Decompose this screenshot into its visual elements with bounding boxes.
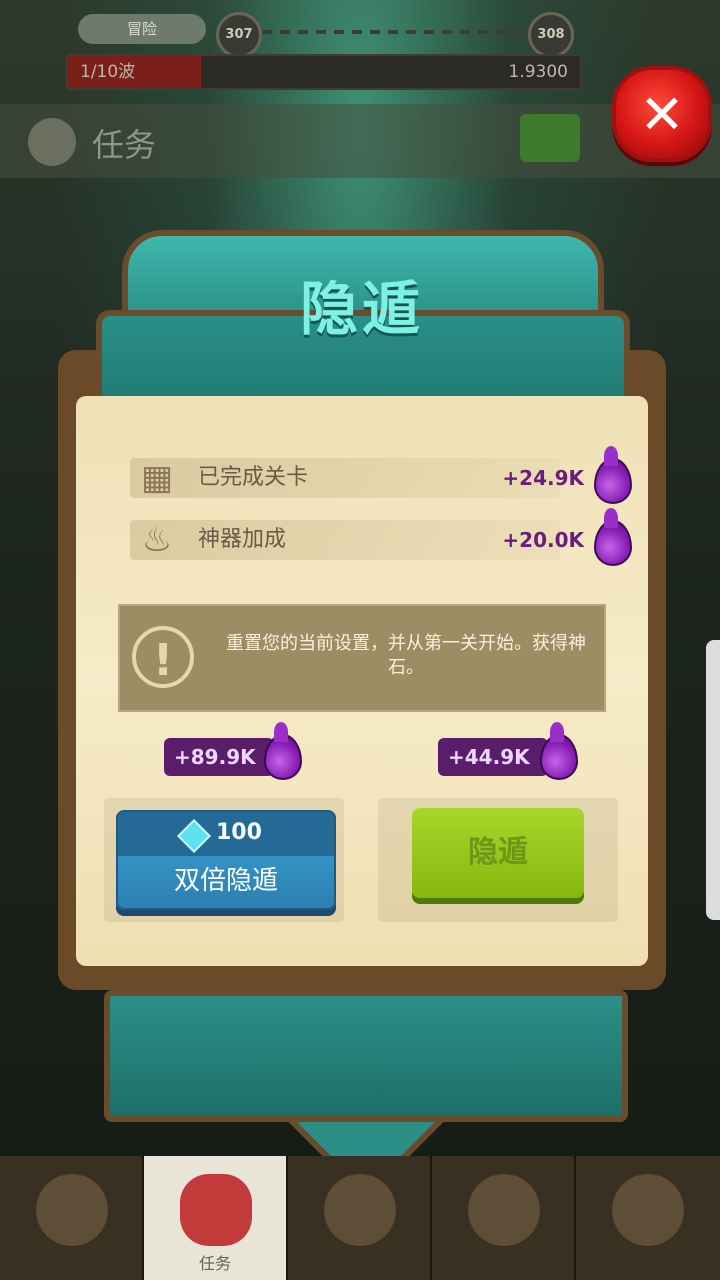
home-icon: [36, 1174, 108, 1246]
task-title: 任务: [92, 126, 157, 164]
bottom-nav: 任务: [0, 1156, 720, 1280]
bottom-ribbon: [104, 990, 628, 1122]
bonus-value-artifacts: +20.0K: [502, 528, 584, 552]
task-icon: [28, 118, 76, 166]
artifact-icon: [468, 1174, 540, 1246]
nav-home[interactable]: [0, 1156, 144, 1280]
wave-label: 1/10波: [80, 62, 136, 82]
nav-quest[interactable]: 任务: [144, 1156, 288, 1280]
gold-amount: 1.9300: [508, 62, 568, 82]
gem-shop-button[interactable]: [520, 114, 580, 162]
warning-text: 重置您的当前设置，并从第一关开始。获得神石。: [226, 633, 586, 678]
nav-chest[interactable]: [576, 1156, 720, 1280]
cauldron-icon: ♨: [141, 520, 173, 560]
bonus-row-stages: [130, 458, 560, 498]
nav-artifact[interactable]: [432, 1156, 576, 1280]
modal-title: 隐遁: [299, 275, 424, 343]
conceal-button[interactable]: 隐遁: [412, 808, 584, 898]
stone-drop-icon: [540, 734, 578, 780]
double-cost: 100: [216, 820, 262, 845]
top-hud: 冒险 307 308 1/10波 1.9300: [0, 0, 720, 100]
close-icon: ✕: [639, 82, 685, 146]
stone-drop-icon: [594, 520, 632, 566]
double-conceal-label: 双倍隐遁: [173, 866, 278, 896]
close-button[interactable]: ✕: [612, 66, 712, 162]
bonus-label-stages: 已完成关卡: [198, 465, 309, 490]
double-reward-pill: +89.9K: [164, 738, 274, 776]
warning-box: ! 重置您的当前设置，并从第一关开始。获得神石。: [118, 604, 606, 712]
stone-drop-icon: [264, 734, 302, 780]
level-next-badge: 308: [528, 12, 574, 58]
double-conceal-button[interactable]: 100 双倍隐遁: [116, 810, 336, 910]
single-reward-pill: +44.9K: [438, 738, 548, 776]
chest-icon: [612, 1174, 684, 1246]
wave-progress-bar: 1/10波 1.9300: [66, 54, 582, 90]
exclamation-icon: !: [132, 626, 194, 688]
mode-tag: 冒险: [78, 14, 206, 44]
level-progress-dots: [262, 30, 528, 34]
bonus-row-artifacts: [130, 520, 560, 560]
bonus-label-artifacts: 神器加成: [198, 527, 287, 552]
quest-icon: [180, 1174, 252, 1246]
side-edge-tab: [706, 640, 720, 920]
hero-icon: [324, 1174, 396, 1246]
conceal-label: 隐遁: [468, 835, 528, 870]
map-icon: ▦: [140, 458, 174, 498]
nav-hero[interactable]: [288, 1156, 432, 1280]
bonus-value-stages: +24.9K: [502, 466, 584, 490]
nav-label: 任务: [198, 1254, 231, 1273]
stone-drop-icon: [594, 458, 632, 504]
level-current-badge: 307: [216, 12, 262, 58]
